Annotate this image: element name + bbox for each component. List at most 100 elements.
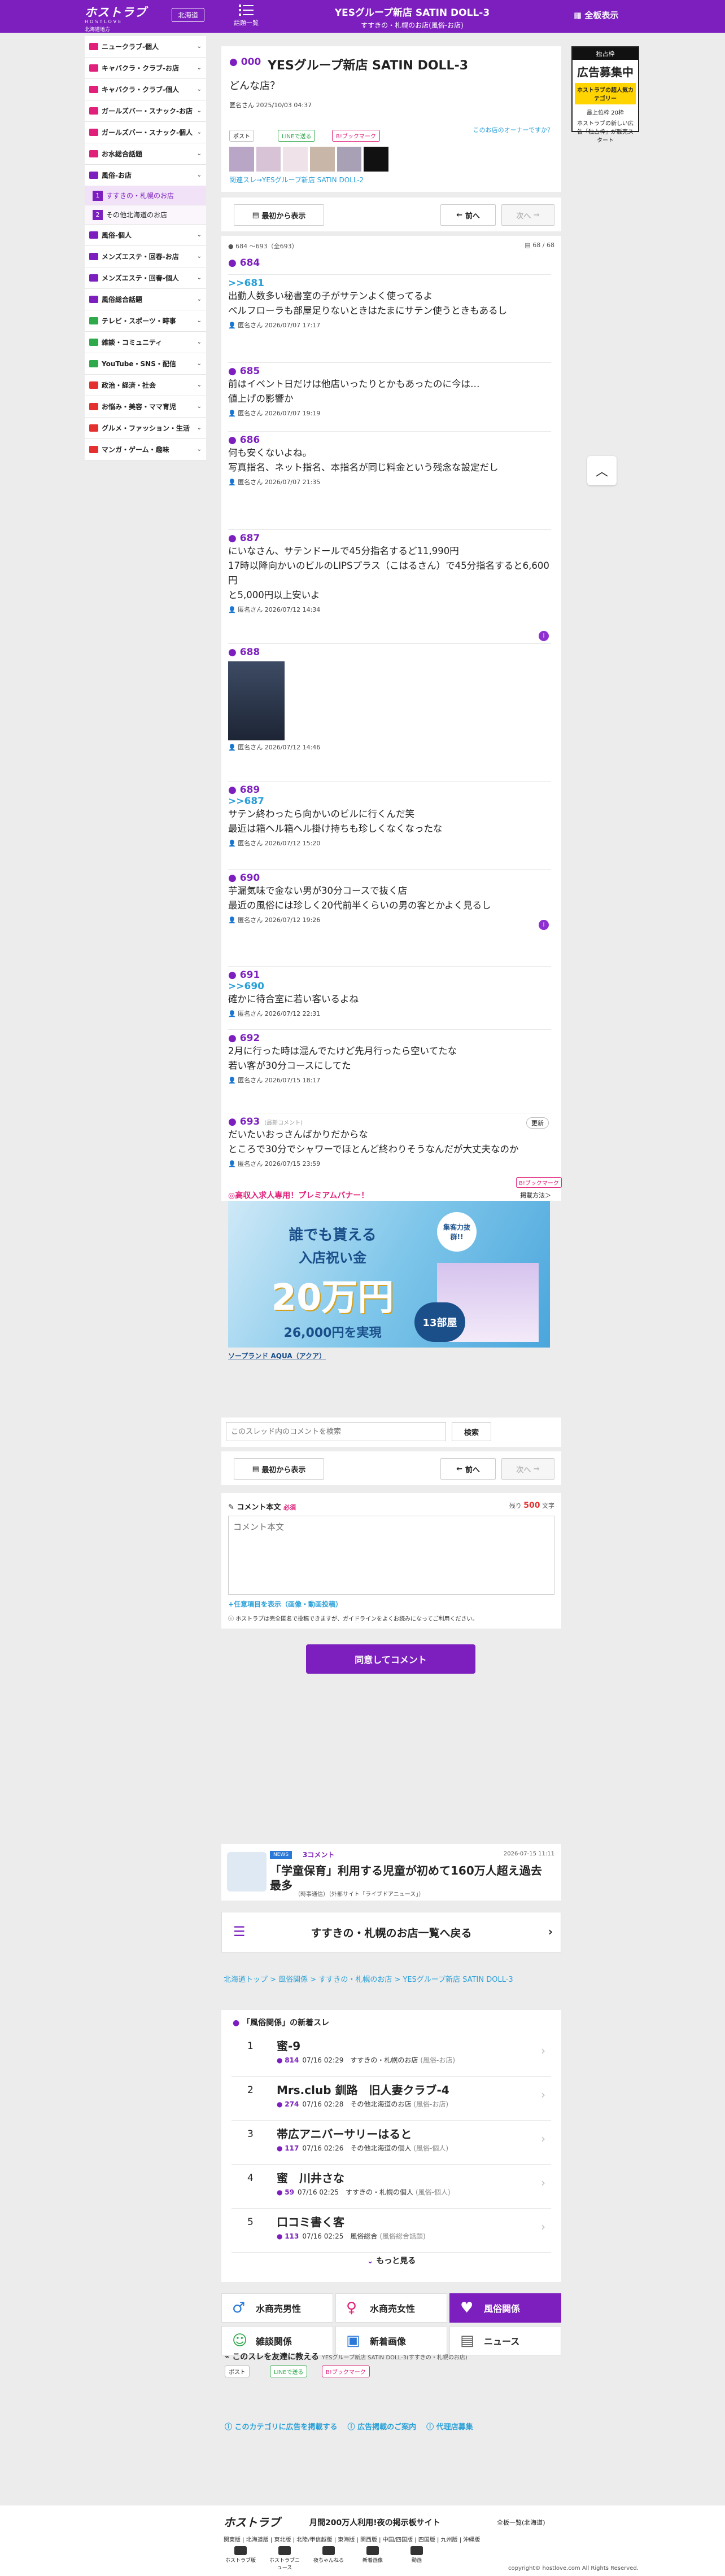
sidebar-item[interactable]: メンズエステ・回春-お店 ⌄ bbox=[85, 246, 206, 267]
ad-banner[interactable]: 独占枠 広告募集中 ホストラブの超人気カテゴリー 最上位枠 20枠 ホストラブの… bbox=[571, 46, 639, 144]
thread-list-button[interactable]: 話題一覧 bbox=[229, 3, 263, 27]
sidebar-item[interactable]: ガールズバー・スナック-個人 ⌄ bbox=[85, 122, 206, 143]
reply-anchor[interactable]: >>690 bbox=[228, 981, 551, 992]
submit-comment-button[interactable]: 同意してコメント bbox=[306, 1644, 475, 1674]
thumb-image[interactable] bbox=[229, 147, 254, 172]
full-view-button[interactable]: ▦ 全板表示 bbox=[574, 9, 618, 21]
footer-icon-link[interactable]: ホストラブニュース bbox=[268, 2546, 302, 2571]
prev-button[interactable]: ← 前へ bbox=[440, 204, 496, 226]
reply-anchor[interactable]: >>687 bbox=[228, 796, 551, 807]
post-number[interactable]: ● 689 bbox=[228, 784, 551, 796]
footer-icon-link[interactable]: 動画 bbox=[400, 2546, 434, 2571]
sidebar-item[interactable]: キャバクラ・クラブ-個人 ⌄ bbox=[85, 79, 206, 100]
sidebar-item[interactable]: 1 すすきの・札幌のお店 bbox=[85, 186, 206, 205]
post-number[interactable]: ● 693 (最新コメント) bbox=[228, 1116, 551, 1127]
post-number[interactable]: ● 687 bbox=[228, 533, 551, 544]
x-post-button[interactable]: ポスト bbox=[229, 130, 254, 142]
hatena-button[interactable]: B!ブックマーク bbox=[516, 1177, 562, 1188]
thumb-image[interactable] bbox=[364, 147, 389, 172]
back-to-list-button[interactable]: ☰ すすきの・札幌のお店一覧へ戻る › bbox=[221, 1912, 561, 1952]
owner-link[interactable]: このお店のオーナーですか？ bbox=[473, 125, 553, 134]
menu-2-button[interactable]: ♀ 水商売女性 bbox=[335, 2293, 447, 2323]
footer-icon-link[interactable]: ホストラブ版 bbox=[224, 2546, 257, 2571]
post: ● 684 bbox=[228, 257, 551, 269]
comment-textarea[interactable] bbox=[228, 1516, 554, 1595]
sidebar-item[interactable]: 風俗総合話題 ⌄ bbox=[85, 289, 206, 310]
menu-3-button[interactable]: ♥ 風俗関係 bbox=[449, 2293, 561, 2323]
info-icon[interactable]: i bbox=[539, 631, 549, 641]
next-button[interactable]: 次へ → bbox=[501, 204, 554, 226]
thumb-image[interactable] bbox=[256, 147, 281, 172]
post-number[interactable]: ● 684 bbox=[228, 257, 551, 269]
footer-link[interactable]: ⓘ 代理店募集 bbox=[426, 2421, 473, 2432]
post-number[interactable]: ● 686 bbox=[228, 435, 551, 446]
new-thread-row[interactable]: 1 蜜-9 ● 814 07/16 02:29 すすきの・札幌のお店 (風俗-お店) › bbox=[232, 2033, 551, 2077]
post-number[interactable]: ● 690 bbox=[228, 872, 551, 884]
all-boards-link[interactable]: 全板一覧(北海道) bbox=[497, 2518, 545, 2527]
thumb-image[interactable] bbox=[310, 147, 335, 172]
reload-button[interactable]: 更新 bbox=[526, 1117, 549, 1129]
menu-label: 風俗関係 bbox=[484, 2303, 521, 2314]
menu-1-button[interactable]: ♂ 水商売男性 bbox=[221, 2293, 333, 2323]
thumb-image[interactable] bbox=[337, 147, 362, 172]
optional-toggle[interactable]: +任意項目を表示（画像・動画投稿） bbox=[228, 1599, 342, 1609]
sidebar-item[interactable]: マンガ・ゲーム・趣味 ⌄ bbox=[85, 439, 206, 460]
new-thread-row[interactable]: 5 口コミ書く客 ● 113 07/16 02:25 風俗総合 (風俗総合話題) › bbox=[232, 2209, 551, 2253]
sidebar-item[interactable]: テレビ・スポーツ・時事 ⌄ bbox=[85, 310, 206, 332]
post-image[interactable] bbox=[228, 661, 285, 740]
thumb-image[interactable] bbox=[283, 147, 308, 172]
banner-caption[interactable]: ソープランド AQUA（アクア） bbox=[228, 1351, 326, 1361]
new-thread-row[interactable]: 4 蜜 川井さな ● 59 07/16 02:25 すすきの・札幌の個人 (風俗-個人)… bbox=[232, 2165, 551, 2209]
sidebar-item[interactable]: 風俗-個人 ⌄ bbox=[85, 225, 206, 246]
sidebar-item[interactable]: 2 その他北海道のお店 bbox=[85, 205, 206, 225]
scroll-top-button[interactable]: ︿ bbox=[587, 456, 617, 485]
news-card[interactable]: NEWS 3コメント 2026-07-15 11:11 「学童保育」利用する児童… bbox=[221, 1844, 561, 1901]
prev-button-bottom[interactable]: ← 前へ bbox=[440, 1458, 496, 1480]
premium-banner[interactable]: 誰でも貰える 入店祝い金 20万円 26,000円を実現 集客力抜群!! 13部… bbox=[228, 1201, 550, 1348]
hatena-button[interactable]: B!ブックマーク bbox=[332, 130, 380, 142]
related-thread-link[interactable]: 関連スレ→YESグループ新店 SATIN DOLL-2 bbox=[229, 175, 364, 185]
site-logo[interactable]: ホストラブ HOSTLOVE 北海道地方 bbox=[85, 3, 164, 33]
sidebar-item[interactable]: ニュークラブ-個人 ⌄ bbox=[85, 36, 206, 58]
footer-icon-link[interactable]: 夜ちゃんねる bbox=[312, 2546, 346, 2571]
share-line-button[interactable]: LINEで送る bbox=[270, 2366, 308, 2377]
sidebar-item[interactable]: YouTube・SNS・配信 ⌄ bbox=[85, 353, 206, 375]
sidebar-item[interactable]: 雑談・コミュニティ ⌄ bbox=[85, 332, 206, 353]
reply-anchor[interactable]: >>681 bbox=[228, 278, 551, 289]
sidebar-item[interactable]: キャバクラ・クラブ-お店 ⌄ bbox=[85, 58, 206, 79]
footer-link[interactable]: ⓘ このカテゴリに広告を掲載する bbox=[225, 2421, 338, 2432]
share-post-button[interactable]: ポスト bbox=[225, 2366, 250, 2377]
banner-more[interactable]: 掲載方法＞ bbox=[520, 1191, 551, 1200]
new-thread-row[interactable]: 2 Mrs.club 釧路 旧人妻クラブ-4 ● 274 07/16 02:28 その… bbox=[232, 2077, 551, 2121]
sidebar-item[interactable]: お水総合話題 ⌄ bbox=[85, 143, 206, 165]
page-count[interactable]: ▤ 68 / 68 bbox=[525, 242, 554, 249]
sidebar-item[interactable]: メンズエステ・回春-個人 ⌄ bbox=[85, 267, 206, 289]
more-button[interactable]: ⌄ もっと見る bbox=[221, 2255, 561, 2266]
first-button[interactable]: ▤ 最初から表示 bbox=[234, 204, 324, 226]
related-images[interactable] bbox=[229, 147, 389, 172]
post-number[interactable]: ● 685 bbox=[228, 366, 551, 377]
region-links[interactable]: 関東版 | 北海道版 | 東北版 | 北陸/甲信越版 | 東海版 | 関西版 |… bbox=[224, 2535, 480, 2543]
sidebar-item[interactable]: グルメ・ファッション・生活 ⌄ bbox=[85, 418, 206, 439]
sidebar-item[interactable]: 風俗-お店 ⌄ bbox=[85, 165, 206, 186]
new-thread-row[interactable]: 3 帯広アニバーサリーはると ● 117 07/16 02:26 その他北海道の個人(… bbox=[232, 2121, 551, 2165]
post-number[interactable]: ● 692 bbox=[228, 1033, 551, 1044]
search-button[interactable]: 検索 bbox=[452, 1422, 491, 1441]
footer-icon-link[interactable]: 新着画像 bbox=[356, 2546, 390, 2571]
footer-link[interactable]: ⓘ 広告掲載のご案内 bbox=[348, 2421, 417, 2432]
search-input[interactable] bbox=[226, 1422, 446, 1441]
post-number[interactable]: ● 688 bbox=[228, 647, 551, 658]
sidebar-item[interactable]: ガールズバー・スナック-お店 ⌄ bbox=[85, 100, 206, 122]
sidebar-item[interactable]: 政治・経済・社会 ⌄ bbox=[85, 375, 206, 396]
first-button-bottom[interactable]: ▤ 最初から表示 bbox=[234, 1458, 324, 1480]
line-share-button[interactable]: LINEで送る bbox=[278, 130, 316, 142]
info-icon[interactable]: i bbox=[539, 920, 549, 930]
site-footer: ホストラブ 月間200万人利用!夜の掲示板サイト 全板一覧(北海道) 関東版 |… bbox=[0, 2505, 725, 2576]
next-button-bottom[interactable]: 次へ → bbox=[501, 1458, 554, 1480]
region-button[interactable]: 北海道 bbox=[172, 8, 205, 22]
footer-logo[interactable]: ホストラブ bbox=[224, 2513, 280, 2530]
share-hatena-button[interactable]: B!ブックマーク bbox=[322, 2366, 370, 2377]
breadcrumb[interactable]: 北海道トップ > 風俗関係 > すすきの・札幌のお店 > YESグループ新店 S… bbox=[224, 1975, 560, 1985]
post-number[interactable]: ● 691 bbox=[228, 969, 551, 981]
sidebar-item[interactable]: お悩み・美容・ママ育児 ⌄ bbox=[85, 396, 206, 418]
